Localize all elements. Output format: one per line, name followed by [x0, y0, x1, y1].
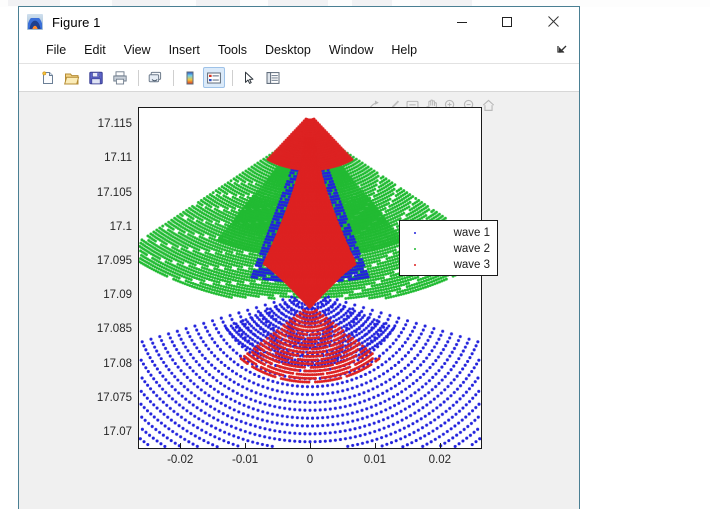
figure-window: Figure 1 File Edit View Insert Tools Des…	[18, 6, 580, 509]
y-tick-label: 17.115	[98, 118, 132, 130]
open-file-icon[interactable]	[61, 67, 83, 88]
new-figure-icon[interactable]	[37, 67, 59, 88]
maximize-icon[interactable]	[485, 7, 529, 36]
menu-item-window[interactable]: Window	[320, 40, 382, 61]
y-tick-label: 17.07	[103, 426, 132, 438]
legend-entry-wave-1: wave 1	[400, 225, 497, 241]
menu-item-view[interactable]: View	[115, 40, 160, 61]
toolbar-separator	[173, 70, 174, 86]
y-tick-label: 17.075	[97, 392, 132, 404]
print-figure-icon[interactable]	[109, 67, 131, 88]
legend-icon[interactable]	[203, 67, 225, 88]
menu-item-desktop[interactable]: Desktop	[256, 40, 320, 61]
plot-browser-icon[interactable]	[262, 67, 284, 88]
figure-canvas: 17.07 17.075 17.08 17.085 17.09 17.095 17.1 17.…	[19, 92, 579, 509]
x-tick-label: 0.01	[364, 454, 386, 466]
plot-axes[interactable]	[138, 107, 482, 449]
x-tick-label: 0	[307, 454, 313, 466]
colorbar-icon[interactable]	[179, 67, 201, 88]
y-tick-label: 17.085	[97, 323, 132, 335]
y-axis-tick-labels: 17.07 17.075 17.08 17.085 17.09 17.095 17.1 17.…	[19, 107, 132, 449]
dock-arrow-icon[interactable]	[555, 43, 569, 57]
scatter-plot-canvas	[139, 108, 481, 448]
save-figure-icon[interactable]	[85, 67, 107, 88]
edit-plot-arrow-icon[interactable]	[238, 67, 260, 88]
minimize-icon[interactable]	[440, 7, 484, 36]
legend-label-wave-3: wave 3	[430, 259, 490, 271]
y-tick-label: 17.095	[97, 255, 132, 267]
legend-marker-wave-2	[400, 248, 430, 251]
y-tick-label: 17.105	[97, 187, 132, 199]
close-icon[interactable]	[531, 7, 575, 36]
x-tick-label: 0.02	[429, 454, 451, 466]
x-tick-mark	[375, 443, 376, 448]
x-tick-mark	[310, 443, 311, 448]
x-tick-mark	[440, 443, 441, 448]
legend[interactable]: wave 1 wave 2 wave 3	[399, 220, 498, 276]
y-tick-label: 17.11	[104, 152, 132, 164]
x-tick-mark	[180, 443, 181, 448]
link-plot-icon[interactable]	[144, 67, 166, 88]
menu-bar: File Edit View Insert Tools Desktop Wind…	[19, 38, 579, 64]
legend-entry-wave-3: wave 3	[400, 257, 497, 273]
y-tick-label: 17.1	[110, 221, 132, 233]
legend-marker-wave-3	[400, 264, 430, 267]
menu-item-help[interactable]: Help	[382, 40, 426, 61]
x-tick-mark	[245, 443, 246, 448]
y-tick-label: 17.08	[103, 358, 132, 370]
toolbar-separator	[138, 70, 139, 86]
screenshot-root: Figure 1 File Edit View Insert Tools Des…	[0, 0, 710, 518]
menu-item-file[interactable]: File	[37, 40, 75, 61]
x-tick-label: -0.01	[232, 454, 258, 466]
figure-toolbar	[19, 64, 579, 92]
legend-label-wave-2: wave 2	[430, 243, 490, 255]
matlab-membrane-icon	[27, 14, 43, 30]
legend-label-wave-1: wave 1	[430, 227, 490, 239]
menu-item-insert[interactable]: Insert	[160, 40, 209, 61]
x-axis-tick-labels: -0.02 -0.01 0 0.01 0.02	[138, 449, 482, 473]
x-tick-label: -0.02	[167, 454, 193, 466]
menu-item-edit[interactable]: Edit	[75, 40, 115, 61]
window-title: Figure 1	[52, 15, 101, 30]
y-tick-label: 17.09	[103, 289, 132, 301]
menu-item-tools[interactable]: Tools	[209, 40, 256, 61]
title-bar: Figure 1	[19, 7, 579, 38]
toolbar-separator	[232, 70, 233, 86]
legend-marker-wave-1	[400, 232, 430, 235]
legend-entry-wave-2: wave 2	[400, 241, 497, 257]
